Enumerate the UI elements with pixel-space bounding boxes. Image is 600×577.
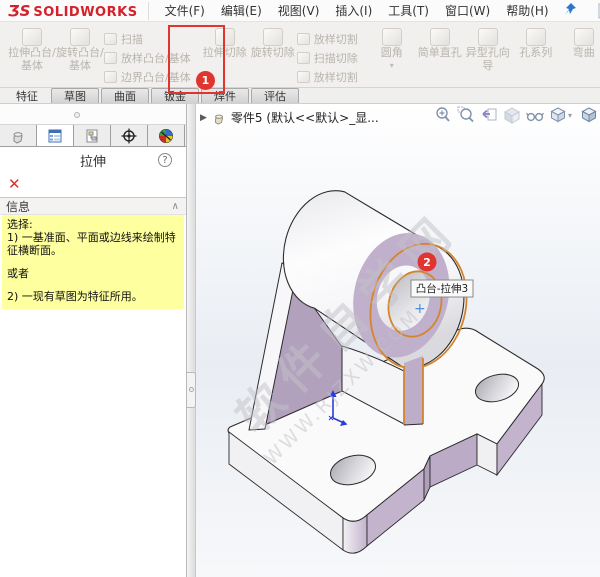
solidworks-logo: ƷS SOLIDWORKS [6, 1, 149, 20]
boundary-boss-icon [104, 70, 117, 83]
fillet-dropdown-icon[interactable]: ▾ [390, 61, 394, 70]
swept-cut-icon [296, 51, 310, 64]
new-document-icon[interactable]: ▾ [596, 3, 600, 19]
selection-plus-marker: + [414, 301, 426, 317]
property-manager-title: 拉伸 [79, 154, 106, 170]
features-ribbon: 拉伸凸台/基体 旋转凸台/基体 扫描 放样凸台/基体 边界凸台/基体 拉伸切除 … [0, 22, 600, 88]
swept-boss-button[interactable]: 扫描 [104, 29, 191, 48]
display-style-icon[interactable] [580, 106, 598, 124]
hole-wizard-button[interactable]: 异型孔向导 [464, 25, 512, 72]
message-section-header[interactable]: 信息 ∧ [0, 198, 186, 215]
boundary-cut-button[interactable]: 放样切割 [296, 67, 358, 86]
propertymanager-tab[interactable] [37, 125, 74, 146]
panel-splitter[interactable] [186, 104, 196, 577]
svg-text:2: 2 [423, 256, 431, 269]
annotation-view-icon[interactable] [526, 106, 544, 124]
brand-name: SOLIDWORKS [33, 4, 138, 20]
document-title: 零件5 (默认<<默认>_显... [230, 111, 379, 125]
menu-help[interactable]: 帮助(H) [498, 0, 556, 21]
cancel-button[interactable]: ✕ [8, 176, 21, 192]
model-scene[interactable]: 软件自学网 WWW.RJZXW.COM 凸台-拉伸3 2 + [196, 104, 600, 577]
rollback-dot [74, 112, 80, 118]
command-tab-bar: 特征 草图 曲面 钣金 焊件 评估 [0, 88, 600, 104]
help-icon[interactable]: ? [158, 153, 172, 167]
boundary-boss-button[interactable]: 边界凸台/基体 [104, 67, 191, 86]
tab-sketch[interactable]: 草图 [51, 88, 99, 103]
menu-insert[interactable]: 插入(I) [327, 0, 380, 21]
zoom-to-fit-icon[interactable] [434, 106, 452, 124]
displaymanager-tab[interactable] [148, 125, 185, 146]
extruded-cut-button[interactable]: 拉伸切除 [201, 25, 249, 60]
menu-edit[interactable]: 编辑(E) [213, 0, 270, 21]
menu-tools[interactable]: 工具(T) [380, 0, 437, 21]
tab-features[interactable]: 特征 [4, 88, 50, 103]
brand-mark: ƷS [8, 1, 31, 20]
view-orientation-button[interactable]: ▾ [549, 106, 575, 124]
revolved-boss-icon [70, 28, 90, 46]
hole-series-button[interactable]: 孔系列 [512, 25, 560, 60]
feature-tree-flyout-arrow[interactable]: ▶ [200, 113, 207, 123]
previous-view-icon[interactable] [480, 106, 498, 124]
fillet-hole-group: 圆角 ▾ 简单直孔 异型孔向导 孔系列 弯曲 [366, 24, 600, 87]
swept-boss-icon [104, 32, 117, 45]
graphics-viewport[interactable]: ▶ 零件5 (默认<<默认>_显... ▾ 软件自学网 WWW.RJZXW.CO… [196, 104, 600, 577]
section-view-icon[interactable] [503, 106, 521, 124]
dimxpert-tab[interactable] [111, 125, 148, 146]
fillet-icon [381, 28, 402, 46]
part-document-icon [214, 114, 223, 125]
view-orientation-icon [550, 107, 566, 123]
lofted-cut-icon [296, 32, 310, 45]
zoom-to-area-icon[interactable] [457, 106, 475, 124]
solidworks-window: ƷS SOLIDWORKS 文件(F) 编辑(E) 视图(V) 插入(I) 工具… [0, 0, 600, 577]
dimxpert-icon [121, 128, 137, 143]
tab-sheet-metal[interactable]: 钣金 [151, 88, 199, 103]
collapse-chevron-icon[interactable]: ∧ [172, 201, 179, 212]
hole-wizard-icon [477, 28, 498, 46]
manager-tab-strip [0, 125, 186, 147]
menu-file[interactable]: 文件(F) [157, 0, 213, 21]
revolved-cut-icon [262, 28, 283, 46]
lofted-cut-button[interactable]: 放样切割 [296, 29, 358, 48]
configurationmanager-icon [86, 129, 98, 142]
message-box: 选择: 1) 一基准面、平面或边线来绘制特征横断面。 或者 2) 一现有草图为特… [2, 215, 184, 309]
tab-surfaces[interactable]: 曲面 [101, 88, 149, 103]
tooltip-text: 凸台-拉伸3 [416, 282, 468, 295]
configurationmanager-tab[interactable] [74, 125, 111, 146]
extruded-boss-icon [22, 28, 42, 46]
selected-face-strip[interactable] [404, 356, 423, 425]
boss-group: 拉伸凸台/基体 旋转凸台/基体 扫描 放样凸台/基体 边界凸台/基体 [6, 24, 193, 87]
extruded-boss-base-button[interactable]: 拉伸凸台/基体 [8, 25, 56, 72]
simple-hole-button[interactable]: 简单直孔 [416, 25, 464, 60]
cut-group: 拉伸切除 旋转切除 放样切割 扫描切除 放样切割 [199, 24, 360, 87]
revolved-cut-button[interactable]: 旋转切除 [249, 25, 297, 60]
tab-evaluate[interactable]: 评估 [251, 88, 299, 103]
displaymanager-icon [159, 128, 173, 143]
menu-window[interactable]: 窗口(W) [437, 0, 498, 21]
flex-icon [573, 28, 594, 46]
panel-rollback-bar[interactable] [0, 104, 186, 125]
heads-up-toolbar: ▾ [434, 106, 598, 124]
extruded-cut-icon [214, 28, 235, 46]
featuremanager-tab[interactable] [0, 125, 37, 146]
lofted-boss-icon [104, 51, 117, 64]
pin-menu-icon[interactable] [563, 2, 577, 19]
simple-hole-icon [429, 28, 450, 46]
annotation-badge-1: 1 [196, 71, 215, 90]
splitter-handle[interactable] [186, 372, 196, 408]
featuremanager-part-icon [13, 131, 23, 144]
lofted-boss-button[interactable]: 放样凸台/基体 [104, 48, 191, 67]
tab-weldments[interactable]: 焊件 [201, 88, 249, 103]
annotation-badge-2: 2 [417, 252, 437, 272]
fillet-button[interactable]: 圆角 ▾ [368, 25, 416, 70]
hole-series-icon [525, 28, 546, 46]
menu-view[interactable]: 视图(V) [270, 0, 328, 21]
swept-cut-button[interactable]: 扫描切除 [296, 48, 358, 67]
menu-bar: ƷS SOLIDWORKS 文件(F) 编辑(E) 视图(V) 插入(I) 工具… [0, 0, 600, 22]
boundary-cut-icon [296, 70, 310, 83]
propertymanager-icon [48, 129, 62, 142]
revolved-boss-base-button[interactable]: 旋转凸台/基体 [56, 25, 104, 72]
flex-button[interactable]: 弯曲 [560, 25, 600, 60]
selection-tooltip: 凸台-拉伸3 [410, 279, 474, 298]
property-manager-panel: 拉伸 ? ✕ 信息 ∧ 选择: 1) 一基准面、平面或边线来绘制特征横断面。 或… [0, 104, 187, 577]
